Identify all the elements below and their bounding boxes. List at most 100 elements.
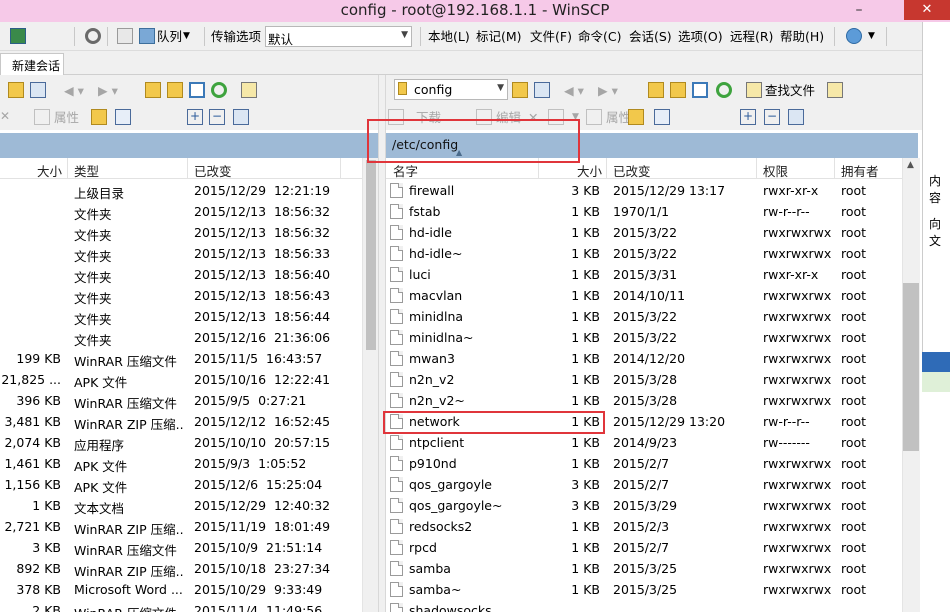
local-properties-button[interactable]: 属性 bbox=[54, 109, 79, 126]
remote-table-row[interactable]: macvlan 1 KB 2014/10/11 rwxrwxrwx root bbox=[386, 285, 902, 306]
local-col-size[interactable]: 大小 bbox=[37, 161, 62, 180]
remote-table-row[interactable]: ntpclient 1 KB 2014/9/23 rw------- root bbox=[386, 432, 902, 453]
queue-dropdown-arrow[interactable]: ▼ bbox=[183, 28, 190, 45]
gear-icon[interactable] bbox=[85, 28, 101, 44]
menu-remote[interactable]: 远程(R) bbox=[730, 28, 773, 45]
remote-table-row[interactable]: p910nd 1 KB 2015/2/7 rwxrwxrwx root bbox=[386, 453, 902, 474]
forward-icon[interactable]: ▶ ▾ bbox=[98, 82, 118, 99]
column-divider[interactable] bbox=[606, 158, 607, 179]
filter-icon[interactable] bbox=[534, 82, 550, 98]
local-table-row[interactable]: 1,156 KB APK 文件 2015/12/6 15:25:04 bbox=[0, 474, 362, 495]
local-table-row[interactable]: 上级目录 2015/12/29 12:21:19 bbox=[0, 180, 362, 201]
local-table-row[interactable]: 199 KB WinRAR 压缩文件 2015/11/5 16:43:57 bbox=[0, 348, 362, 369]
remote-table-row[interactable]: hd-idle 1 KB 2015/3/22 rwxrwxrwx root bbox=[386, 222, 902, 243]
column-divider[interactable] bbox=[834, 158, 835, 179]
unselect-icon[interactable]: − bbox=[209, 109, 225, 125]
minimize-button[interactable]: – bbox=[844, 0, 874, 20]
remote-scrollbar[interactable]: ▲ bbox=[902, 158, 920, 612]
local-table-row[interactable]: 2,721 KB WinRAR ZIP 压缩... 2015/11/19 18:01… bbox=[0, 516, 362, 537]
queue-button[interactable]: 队列 bbox=[157, 28, 182, 45]
refresh-icon[interactable] bbox=[716, 82, 732, 98]
menu-file[interactable]: 文件(F) bbox=[530, 28, 572, 45]
remote-col-size[interactable]: 大小 bbox=[577, 161, 602, 180]
remote-table-row[interactable]: qos_gargoyle~ 3 KB 2015/3/29 rwxrwxrwx root bbox=[386, 495, 902, 516]
open-folder-icon[interactable] bbox=[8, 82, 24, 98]
root-directory-icon[interactable] bbox=[167, 82, 183, 98]
local-table-row[interactable]: 892 KB WinRAR ZIP 压缩... 2015/10/18 23:27:3… bbox=[0, 558, 362, 579]
local-table-row[interactable]: 2,074 KB 应用程序 2015/10/10 20:57:15 bbox=[0, 432, 362, 453]
remote-table-row[interactable]: mwan3 1 KB 2014/12/20 rwxrwxrwx root bbox=[386, 348, 902, 369]
remote-table-row[interactable]: luci 1 KB 2015/3/31 rwxr-xr-x root bbox=[386, 264, 902, 285]
remote-table-row[interactable]: n2n_v2 1 KB 2015/3/28 rwxrwxrwx root bbox=[386, 369, 902, 390]
remote-col-rights[interactable]: 权限 bbox=[763, 161, 788, 180]
remote-col-owner[interactable]: 拥有者 bbox=[841, 161, 879, 180]
properties-icon[interactable] bbox=[586, 109, 602, 125]
select-all-icon[interactable]: + bbox=[187, 109, 203, 125]
remote-table-row[interactable]: minidlna~ 1 KB 2015/3/22 rwxrwxrwx root bbox=[386, 327, 902, 348]
local-table-row[interactable]: 3 KB WinRAR 压缩文件 2015/10/9 21:51:14 bbox=[0, 537, 362, 558]
parent-directory-icon[interactable] bbox=[648, 82, 664, 98]
column-divider[interactable] bbox=[340, 158, 341, 179]
local-table-row[interactable]: 文件夹 2015/12/13 18:56:32 bbox=[0, 222, 362, 243]
menu-local[interactable]: 本地(L) bbox=[428, 28, 470, 45]
local-col-type[interactable]: 类型 bbox=[74, 161, 99, 180]
forward-icon[interactable]: ▶ ▾ bbox=[598, 82, 618, 99]
new-file-icon[interactable] bbox=[115, 109, 131, 125]
open-folder-icon[interactable] bbox=[512, 82, 528, 98]
local-table-row[interactable]: 文件夹 2015/12/13 18:56:43 bbox=[0, 285, 362, 306]
unselect-icon[interactable]: − bbox=[764, 109, 780, 125]
remote-table-row[interactable]: redsocks2 1 KB 2015/2/3 rwxrwxrwx root bbox=[386, 516, 902, 537]
remote-scrollbar-thumb[interactable] bbox=[903, 283, 919, 451]
filter-icon[interactable] bbox=[30, 82, 46, 98]
home-icon[interactable] bbox=[692, 82, 708, 98]
new-folder-icon[interactable] bbox=[91, 109, 107, 125]
local-table-row[interactable]: 1 KB 文本文档 2015/12/29 12:40:32 bbox=[0, 495, 362, 516]
local-table-row[interactable]: 3,481 KB WinRAR ZIP 压缩... 2015/12/12 16:52… bbox=[0, 411, 362, 432]
remote-table-row[interactable]: shadowsocks bbox=[386, 600, 902, 612]
queue-icon[interactable] bbox=[139, 28, 155, 44]
root-directory-icon[interactable] bbox=[670, 82, 686, 98]
tab-new-session[interactable]: 新建会话 bbox=[0, 53, 64, 75]
find-icon[interactable] bbox=[241, 82, 257, 98]
close-button[interactable]: ✕ bbox=[904, 0, 950, 20]
remote-table-row[interactable]: hd-idle~ 1 KB 2015/3/22 rwxrwxrwx root bbox=[386, 243, 902, 264]
local-table-row[interactable]: 文件夹 2015/12/13 18:56:32 bbox=[0, 201, 362, 222]
back-icon[interactable]: ◀ ▾ bbox=[564, 82, 584, 99]
remote-table-row[interactable]: n2n_v2~ 1 KB 2015/3/28 rwxrwxrwx root bbox=[386, 390, 902, 411]
menu-help[interactable]: 帮助(H) bbox=[780, 28, 824, 45]
local-scrollbar[interactable] bbox=[362, 158, 378, 612]
remote-table-row[interactable]: rpcd 1 KB 2015/2/7 rwxrwxrwx root bbox=[386, 537, 902, 558]
menu-session[interactable]: 会话(S) bbox=[629, 28, 672, 45]
globe-dropdown-arrow[interactable]: ▼ bbox=[868, 28, 875, 45]
local-scrollbar-thumb[interactable] bbox=[366, 160, 376, 350]
properties-icon[interactable] bbox=[34, 109, 50, 125]
menu-options[interactable]: 选项(O) bbox=[678, 28, 723, 45]
column-divider[interactable] bbox=[187, 158, 188, 179]
local-col-changed[interactable]: 已改变 bbox=[194, 161, 232, 180]
menu-mark[interactable]: 标记(M) bbox=[476, 28, 522, 45]
local-table-row[interactable]: 文件夹 2015/12/13 18:56:33 bbox=[0, 243, 362, 264]
local-table-row[interactable]: 1,461 KB APK 文件 2015/9/3 1:05:52 bbox=[0, 453, 362, 474]
transfer-settings-select[interactable]: 默认 ▼ bbox=[265, 26, 412, 47]
menu-commands[interactable]: 命令(C) bbox=[578, 28, 621, 45]
remote-table-row[interactable]: minidlna 1 KB 2015/3/22 rwxrwxrwx root bbox=[386, 306, 902, 327]
local-table-row[interactable]: 378 KB Microsoft Word ... 2015/10/29 9:33:… bbox=[0, 579, 362, 600]
remote-table-row[interactable]: samba~ 1 KB 2015/3/25 rwxrwxrwx root bbox=[386, 579, 902, 600]
scroll-up-icon[interactable]: ▲ bbox=[907, 160, 914, 170]
delete-icon[interactable]: ✕ bbox=[0, 109, 16, 125]
sync-browse-icon[interactable] bbox=[10, 28, 26, 44]
new-file-icon[interactable] bbox=[654, 109, 670, 125]
remote-directory-select[interactable]: config ▼ bbox=[394, 79, 508, 100]
refresh-icon[interactable] bbox=[211, 82, 227, 98]
find-icon[interactable] bbox=[827, 82, 843, 98]
find-files-button[interactable]: 查找文件 bbox=[765, 82, 815, 99]
local-table-row[interactable]: 文件夹 2015/12/13 18:56:44 bbox=[0, 306, 362, 327]
column-divider[interactable] bbox=[67, 158, 68, 179]
local-table-row[interactable]: 21,825 ... APK 文件 2015/10/16 12:22:41 bbox=[0, 369, 362, 390]
remote-table-row[interactable]: samba 1 KB 2015/3/25 rwxrwxrwx root bbox=[386, 558, 902, 579]
remote-table-row[interactable]: qos_gargoyle 3 KB 2015/2/7 rwxrwxrwx root bbox=[386, 474, 902, 495]
filter-select-icon[interactable] bbox=[233, 109, 249, 125]
new-folder-icon[interactable] bbox=[628, 109, 644, 125]
back-icon[interactable]: ◀ ▾ bbox=[64, 82, 84, 99]
find-files-icon[interactable] bbox=[746, 82, 762, 98]
